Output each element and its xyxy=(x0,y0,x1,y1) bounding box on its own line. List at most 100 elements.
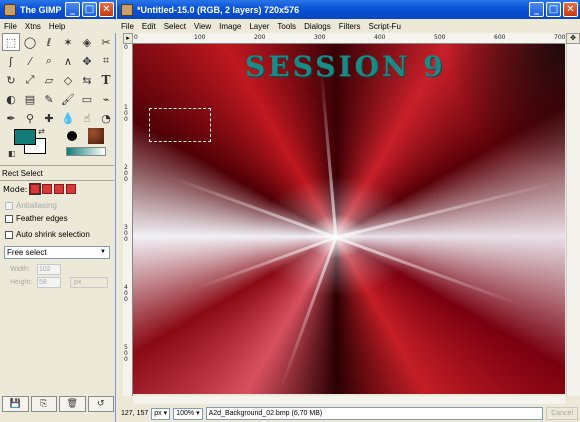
measure-tool-icon[interactable]: ∧ xyxy=(59,52,77,70)
clone-tool-icon[interactable]: ⚲ xyxy=(21,109,39,127)
select-type-dropdown[interactable]: Free select ▼ xyxy=(4,246,110,259)
save-options-icon[interactable]: 💾 xyxy=(2,396,29,412)
cancel-button[interactable]: Cancel xyxy=(546,407,578,420)
swap-colors-icon[interactable]: ⇄ xyxy=(38,127,45,136)
move-tool-icon[interactable]: ✥ xyxy=(78,52,96,70)
height-field[interactable]: 58 xyxy=(37,277,61,288)
heal-tool-icon[interactable]: ✚ xyxy=(40,109,58,127)
reset-colors-icon[interactable]: ◧ xyxy=(8,149,16,158)
menu-filters[interactable]: Filters xyxy=(335,22,365,31)
image-window: *Untitled-15.0 (RGB, 2 layers) 720x576 _… xyxy=(117,0,580,422)
convolve-tool-icon[interactable]: 💧 xyxy=(59,109,77,127)
rotate-tool-icon[interactable]: ↻ xyxy=(2,71,20,89)
feather-checkbox[interactable] xyxy=(5,214,13,223)
vertical-ruler[interactable]: 0 1 0 0 2 0 0 3 0 0 4 0 0 5 0 0 xyxy=(123,44,133,396)
vertical-scrollbar[interactable] xyxy=(566,44,580,396)
shear-tool-icon[interactable]: ▱ xyxy=(40,71,58,89)
light-streak xyxy=(279,236,338,389)
feather-option[interactable]: Feather edges xyxy=(5,214,68,223)
close-button[interactable]: ✕ xyxy=(563,2,578,17)
horizontal-ruler[interactable]: 0 100 200 300 400 500 600 700 xyxy=(133,33,565,44)
airbrush-tool-icon[interactable]: ⌁ xyxy=(97,90,115,108)
perspective-tool-icon[interactable]: ◇ xyxy=(59,71,77,89)
dodge-burn-tool-icon[interactable]: ◔ xyxy=(97,109,115,127)
scissors-tool-icon[interactable]: ✂ xyxy=(97,33,115,51)
lasso-tool-icon[interactable]: ℓ xyxy=(40,33,58,51)
mode-subtract-button[interactable] xyxy=(53,184,64,194)
ellipse-select-tool-icon[interactable]: ◯ xyxy=(21,33,39,51)
menu-dialogs[interactable]: Dialogs xyxy=(300,22,335,31)
delete-options-icon[interactable]: 🗑 xyxy=(59,396,86,412)
pencil-tool-icon[interactable]: ✎ xyxy=(40,90,58,108)
width-field[interactable]: 102 xyxy=(37,264,61,275)
rect-selection-marquee[interactable] xyxy=(149,108,211,142)
auto-shrink-checkbox[interactable] xyxy=(5,230,13,239)
reset-options-icon[interactable]: ↺ xyxy=(87,396,114,412)
auto-shrink-label[interactable]: Auto shrink selection xyxy=(16,230,90,239)
brush-preview-icon[interactable] xyxy=(66,130,78,142)
gradient-preview[interactable] xyxy=(66,147,106,156)
unit-value: px xyxy=(154,409,162,417)
restore-options-icon[interactable]: ⎘ xyxy=(30,396,57,412)
image-menu-arrow-icon[interactable]: ▸ xyxy=(123,33,133,44)
tool-options-panel: Rect Select Mode: Antialiasing Feather e… xyxy=(0,165,116,395)
close-button[interactable]: ✕ xyxy=(99,2,114,17)
tool-options-title: Rect Select xyxy=(2,169,43,178)
ruler-tick-label: 100 xyxy=(194,34,206,41)
eraser-tool-icon[interactable]: ▭ xyxy=(78,90,96,108)
menu-xtns[interactable]: Xtns xyxy=(21,22,45,31)
blend-tool-icon[interactable]: ▤ xyxy=(21,90,39,108)
feather-label[interactable]: Feather edges xyxy=(16,214,68,223)
image-canvas[interactable]: SESSION 9 xyxy=(133,44,565,394)
image-window-titlebar[interactable]: *Untitled-15.0 (RGB, 2 layers) 720x576 _… xyxy=(117,0,580,19)
foreground-color-swatch[interactable] xyxy=(14,129,36,145)
ink-tool-icon[interactable]: ✒ xyxy=(2,109,20,127)
unit-select[interactable]: px xyxy=(70,277,108,288)
menu-select[interactable]: Select xyxy=(160,22,190,31)
menu-script-fu[interactable]: Script-Fu xyxy=(365,22,405,31)
minimize-button[interactable]: _ xyxy=(65,2,80,17)
zoom-dropdown[interactable]: 100% ▾ xyxy=(173,407,203,420)
menu-image[interactable]: Image xyxy=(215,22,245,31)
menu-view[interactable]: View xyxy=(190,22,215,31)
paintbrush-tool-icon[interactable]: 🖌 xyxy=(59,90,77,108)
canvas-shadow xyxy=(445,44,565,174)
menu-help[interactable]: Help xyxy=(45,22,69,31)
antialiasing-checkbox xyxy=(5,201,13,210)
horizontal-scrollbar[interactable] xyxy=(133,396,565,404)
pattern-preview-icon[interactable] xyxy=(88,128,104,144)
ruler-tick-label: 200 xyxy=(254,34,266,41)
flip-tool-icon[interactable]: ⇆ xyxy=(78,71,96,89)
chevron-down-icon[interactable]: ▼ xyxy=(98,248,108,257)
menu-file[interactable]: File xyxy=(0,22,21,31)
chevron-down-icon[interactable]: ▾ xyxy=(164,409,168,419)
menu-edit[interactable]: Edit xyxy=(138,22,160,31)
unit-dropdown[interactable]: px ▾ xyxy=(151,407,171,420)
gimp-toolbox-window: The GIMP _ □ ✕ File Xtns Help ⬚ ◯ ℓ ✶ ◈ ✂ ʃ ⁄ ⌕ ∧… xyxy=(0,0,116,422)
fuzzy-select-tool-icon[interactable]: ✶ xyxy=(59,33,77,51)
paths-tool-icon[interactable]: ʃ xyxy=(2,52,20,70)
toolbox-titlebar[interactable]: The GIMP _ □ ✕ xyxy=(0,0,116,19)
chevron-down-icon[interactable]: ▾ xyxy=(196,409,200,419)
smudge-tool-icon[interactable]: ☝ xyxy=(78,109,96,127)
menu-layer[interactable]: Layer xyxy=(245,22,273,31)
zoom-tool-icon[interactable]: ⌕ xyxy=(40,52,58,70)
menu-file[interactable]: File xyxy=(117,22,138,31)
text-tool-icon[interactable]: T xyxy=(97,71,115,89)
navigate-icon[interactable]: ✥ xyxy=(566,33,580,44)
maximize-button[interactable]: □ xyxy=(82,2,97,17)
auto-shrink-option[interactable]: Auto shrink selection xyxy=(5,230,90,239)
height-row: Height: 58 px xyxy=(10,277,108,288)
menu-tools[interactable]: Tools xyxy=(273,22,300,31)
minimize-button[interactable]: _ xyxy=(529,2,544,17)
mode-replace-button[interactable] xyxy=(28,183,41,195)
color-select-tool-icon[interactable]: ◈ xyxy=(78,33,96,51)
mode-add-button[interactable] xyxy=(41,184,52,194)
color-picker-tool-icon[interactable]: ⁄ xyxy=(21,52,39,70)
maximize-button[interactable]: □ xyxy=(546,2,561,17)
mode-intersect-button[interactable] xyxy=(65,184,76,194)
rect-select-tool-icon[interactable]: ⬚ xyxy=(2,33,20,51)
scale-tool-icon[interactable]: ⤢ xyxy=(21,71,39,89)
bucket-fill-tool-icon[interactable]: ◐ xyxy=(2,90,20,108)
crop-tool-icon[interactable]: ⌗ xyxy=(97,52,115,70)
